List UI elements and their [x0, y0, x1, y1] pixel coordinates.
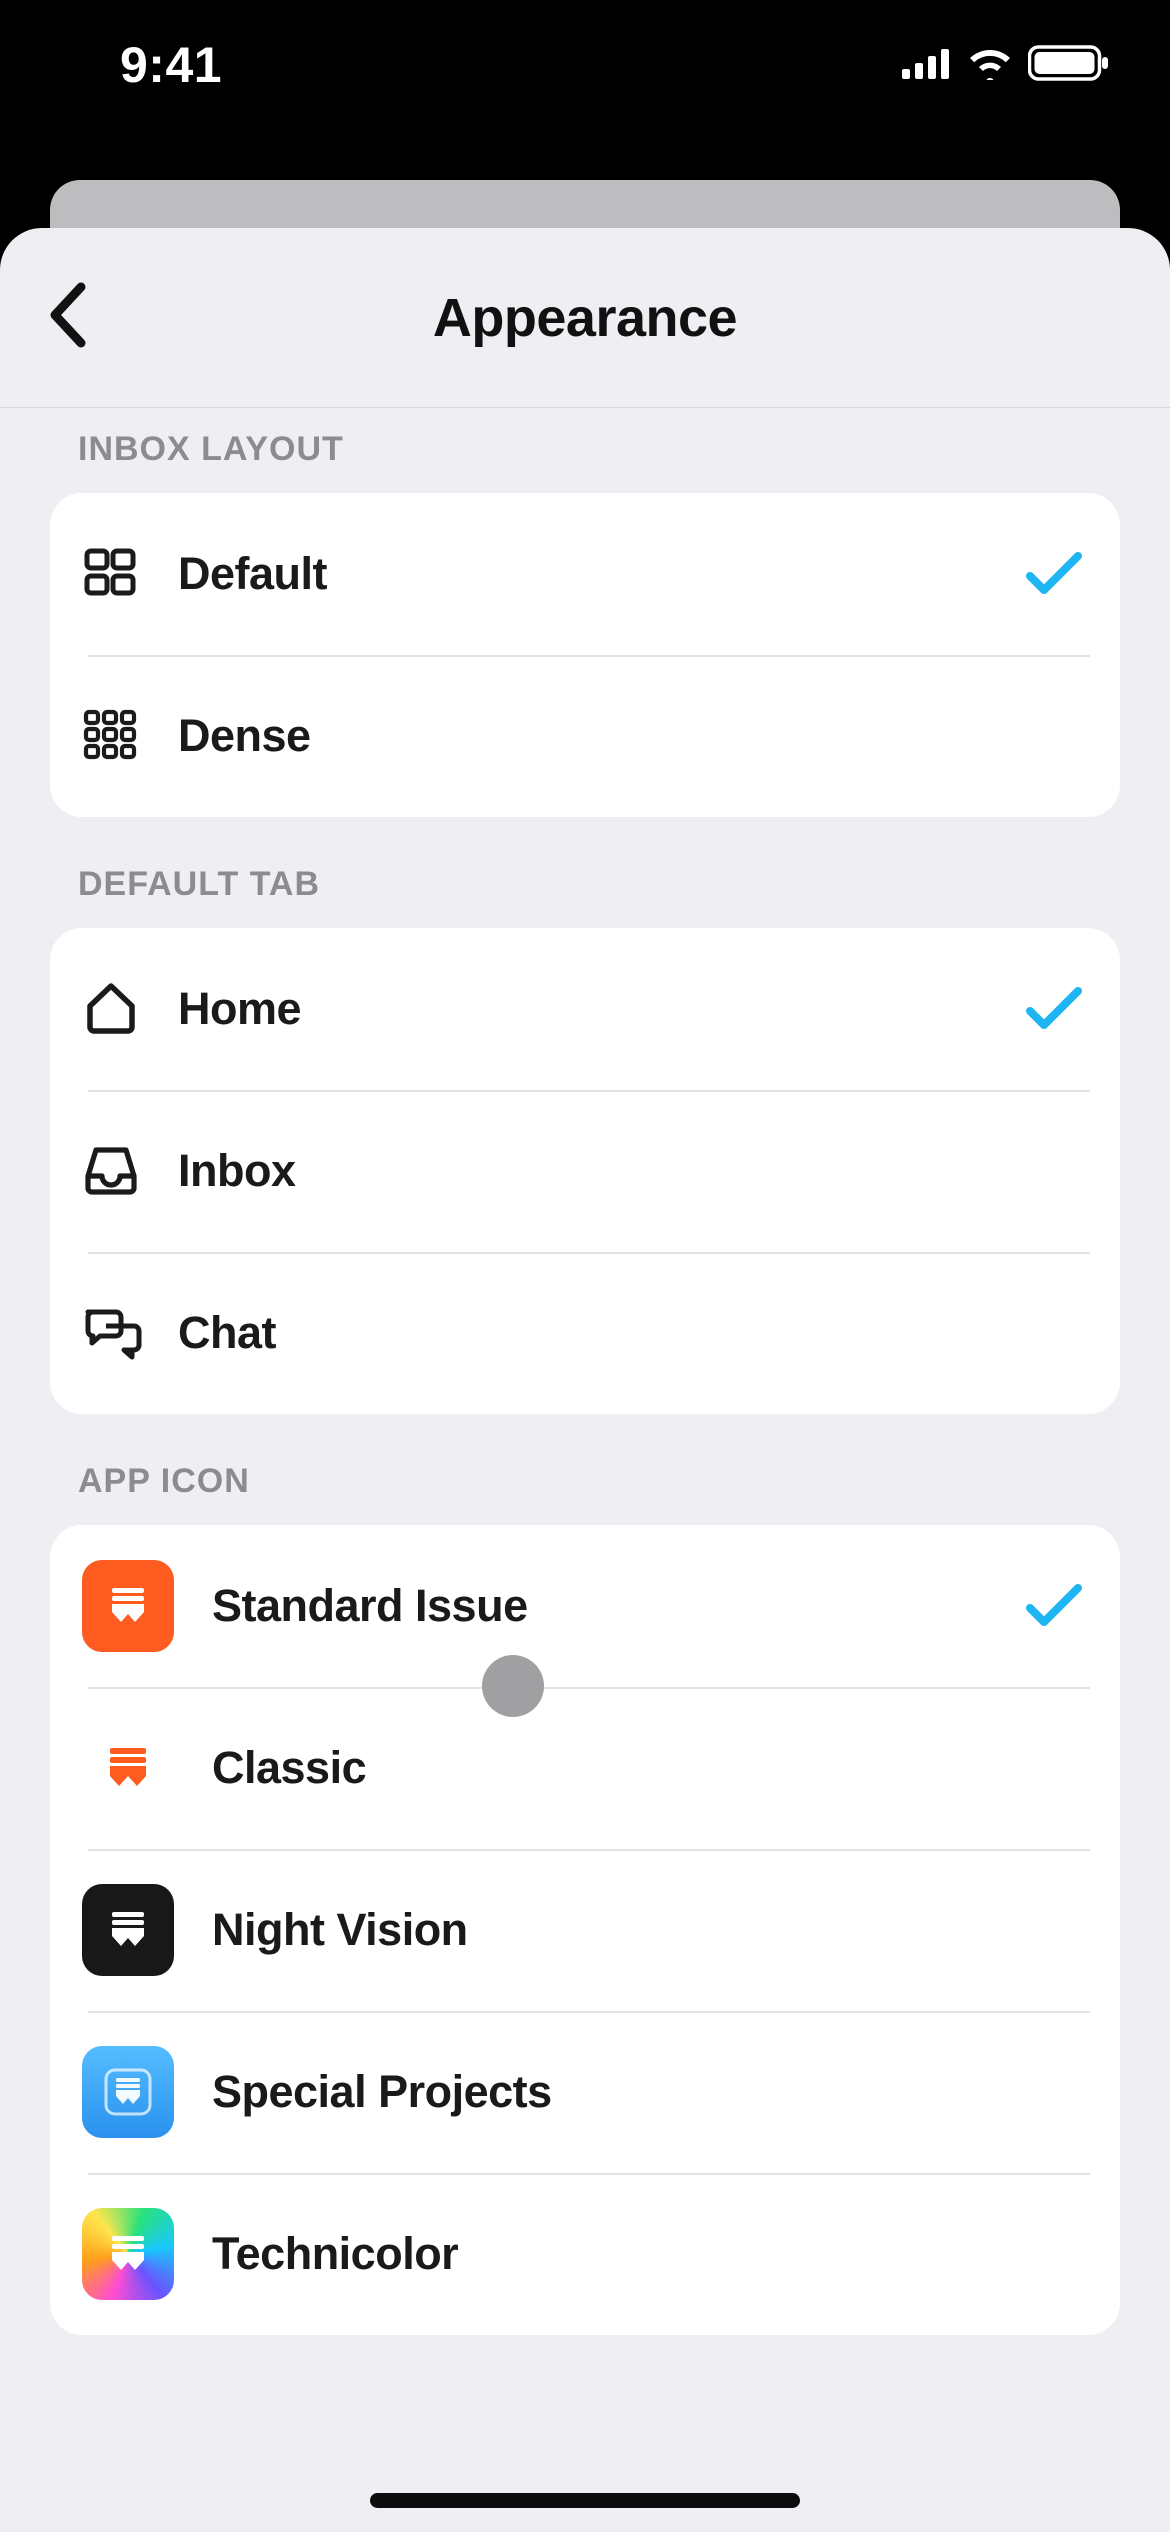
- page-title: Appearance: [433, 287, 737, 349]
- default-tab-home[interactable]: Home: [50, 928, 1120, 1090]
- checkmark-icon: [1026, 1584, 1082, 1628]
- touch-indicator: [482, 1655, 544, 1717]
- inbox-icon: [82, 1140, 140, 1203]
- app-icon-special-projects[interactable]: Special Projects: [50, 2011, 1120, 2173]
- app-icon-standard-issue[interactable]: Standard Issue: [50, 1525, 1120, 1687]
- default-tab-chat[interactable]: Chat: [50, 1252, 1120, 1414]
- section-header-inbox-layout: Inbox Layout: [0, 408, 1170, 493]
- row-label: Technicolor: [212, 2228, 1082, 2280]
- row-label: Dense: [178, 710, 1082, 762]
- app-icon-group: Standard Issue Classic Night Vision: [50, 1525, 1120, 2335]
- back-button[interactable]: [46, 228, 88, 407]
- checkmark-icon: [1026, 552, 1082, 596]
- app-icon-classic-icon: [82, 1722, 174, 1814]
- app-icon-night-vision[interactable]: Night Vision: [50, 1849, 1120, 2011]
- row-label: Inbox: [178, 1145, 1082, 1197]
- nav-bar: Appearance: [0, 228, 1170, 408]
- app-icon-technicolor-icon: [82, 2208, 174, 2300]
- home-icon: [82, 978, 140, 1041]
- row-label: Night Vision: [212, 1904, 1082, 1956]
- battery-icon: [1028, 44, 1110, 87]
- chat-icon: [82, 1302, 144, 1365]
- status-bar: 9:41: [0, 0, 1170, 130]
- app-icon-standard-issue-icon: [82, 1560, 174, 1652]
- row-label: Home: [178, 983, 1026, 1035]
- cellular-icon: [902, 47, 952, 84]
- app-icon-technicolor[interactable]: Technicolor: [50, 2173, 1120, 2335]
- app-icon-classic[interactable]: Classic: [50, 1687, 1120, 1849]
- layout-dense-icon: [82, 706, 138, 767]
- checkmark-icon: [1026, 987, 1082, 1031]
- inbox-layout-default[interactable]: Default: [50, 493, 1120, 655]
- app-icon-special-projects-icon: [82, 2046, 174, 2138]
- status-icons: [902, 44, 1110, 87]
- section-header-app-icon: App Icon: [0, 1414, 1170, 1525]
- wifi-icon: [966, 46, 1014, 85]
- chevron-left-icon: [46, 281, 88, 354]
- default-tab-group: Home Inbox Chat: [50, 928, 1120, 1414]
- app-icon-night-vision-icon: [82, 1884, 174, 1976]
- section-header-default-tab: Default Tab: [0, 817, 1170, 928]
- inbox-layout-dense[interactable]: Dense: [50, 655, 1120, 817]
- row-label: Default: [178, 548, 1026, 600]
- layout-default-icon: [82, 544, 138, 605]
- row-label: Classic: [212, 1742, 1082, 1794]
- home-indicator: [370, 2493, 800, 2508]
- row-label: Chat: [178, 1307, 1082, 1359]
- row-label: Standard Issue: [212, 1580, 1026, 1632]
- row-label: Special Projects: [212, 2066, 1082, 2118]
- default-tab-inbox[interactable]: Inbox: [50, 1090, 1120, 1252]
- inbox-layout-group: Default Dense: [50, 493, 1120, 817]
- appearance-settings-sheet: Appearance Inbox Layout Default Dense: [0, 228, 1170, 2532]
- status-time: 9:41: [120, 36, 222, 94]
